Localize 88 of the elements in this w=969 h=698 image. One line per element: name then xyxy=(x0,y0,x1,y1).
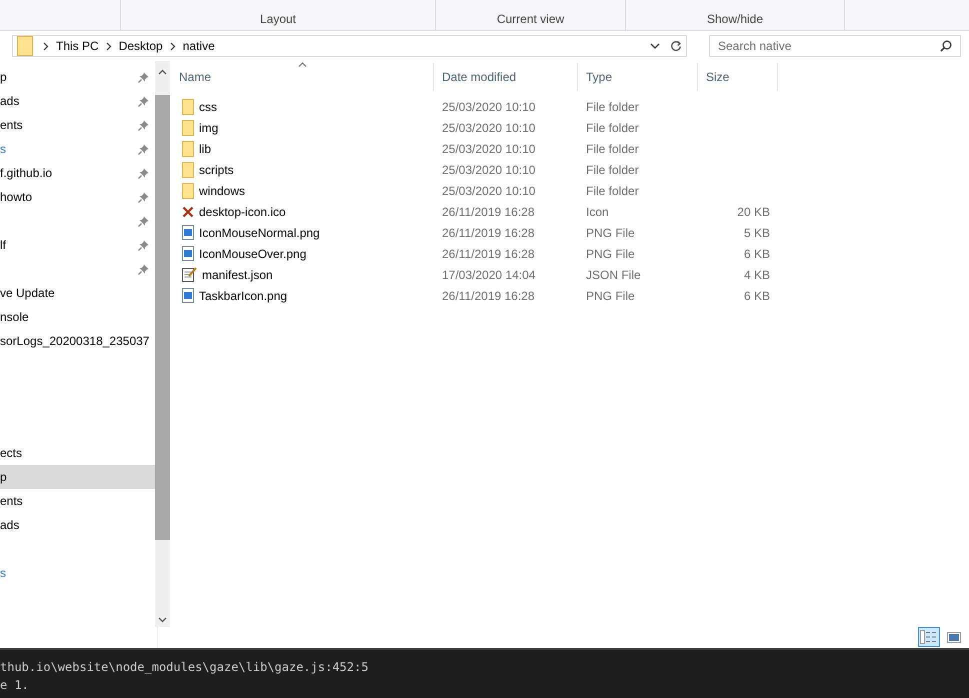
breadcrumb[interactable]: Desktop xyxy=(118,39,164,53)
date-cell-text: 25/03/2020 10:10 xyxy=(441,142,536,156)
nav-item[interactable]: sorLogs_20200318_235037 xyxy=(0,334,150,348)
nav-item[interactable]: p xyxy=(0,70,7,84)
file-name[interactable]: windows xyxy=(199,184,246,198)
image-file-icon xyxy=(182,225,194,240)
details-view-icon xyxy=(920,630,938,644)
scroll-down-icon[interactable] xyxy=(158,617,168,623)
date-cell-text: 26/11/2019 16:28 xyxy=(441,246,536,260)
file-name[interactable]: manifest.json xyxy=(202,268,273,282)
text-file-icon xyxy=(182,267,197,282)
nav-item[interactable]: f.github.io xyxy=(0,166,52,180)
nav-item[interactable]: ads xyxy=(0,518,20,532)
type-cell-text: PNG File xyxy=(585,226,636,240)
ribbon-group-label: Layout xyxy=(260,12,296,26)
column-header[interactable]: Name xyxy=(171,63,434,91)
folder-icon xyxy=(182,162,194,178)
type-cell-text: File folder xyxy=(585,162,640,176)
size-cell: 20 KB xyxy=(737,204,770,218)
folder-icon xyxy=(17,36,33,56)
terminal-line: e 1. xyxy=(0,678,30,694)
tools-icon xyxy=(182,206,194,218)
search-field[interactable]: Search native xyxy=(709,35,961,57)
terminal-line: thub.io\website\node_modules\gaze\lib\gaze.js:452:5 xyxy=(0,660,370,676)
folder-icon xyxy=(182,120,194,136)
image-file-icon xyxy=(182,246,194,261)
breadcrumb[interactable]: This PC xyxy=(55,39,100,53)
date-cell-text: 26/11/2019 16:28 xyxy=(441,226,536,240)
scroll-up-icon[interactable] xyxy=(158,69,168,75)
file-name[interactable]: css xyxy=(199,100,217,114)
nav-item[interactable]: ents xyxy=(0,494,23,508)
search-icon xyxy=(940,40,952,52)
date-cell-text: 25/03/2020 10:10 xyxy=(441,120,536,134)
column-header[interactable]: Type xyxy=(578,63,698,91)
file-name[interactable]: lib xyxy=(199,142,212,156)
file-name[interactable]: desktop-icon.ico xyxy=(199,204,286,218)
type-cell-text: PNG File xyxy=(585,288,636,302)
file-name[interactable]: TaskbarIcon.png xyxy=(199,288,288,302)
nav-item[interactable]: s xyxy=(0,142,6,156)
chevron-icon xyxy=(170,42,176,50)
size-cell: 6 KB xyxy=(744,246,770,260)
type-cell-text: File folder xyxy=(585,184,640,198)
type-cell-text: File folder xyxy=(585,142,640,156)
chevron-icon xyxy=(43,42,49,50)
file-name[interactable]: IconMouseOver.png xyxy=(199,246,306,260)
dropdown-icon[interactable] xyxy=(650,43,660,49)
refresh-icon[interactable] xyxy=(670,40,682,52)
type-cell-text: Icon xyxy=(585,204,610,218)
chevron-icon xyxy=(106,42,112,50)
date-cell-text: 25/03/2020 10:10 xyxy=(441,100,536,114)
breadcrumb[interactable]: native xyxy=(182,39,216,53)
file-name[interactable]: IconMouseNormal.png xyxy=(199,226,320,240)
picture-icon xyxy=(947,632,961,642)
nav-item[interactable]: lf xyxy=(0,238,6,252)
ribbon-group-label: Current view xyxy=(496,12,564,26)
type-cell-text: File folder xyxy=(585,100,640,114)
file-name[interactable]: img xyxy=(199,120,218,134)
ribbon-group-label: Show/hide xyxy=(706,12,764,26)
size-cell: 5 KB xyxy=(744,226,770,240)
scrollbar[interactable] xyxy=(155,61,170,627)
date-cell-text: 25/03/2020 10:10 xyxy=(441,184,536,198)
nav-item[interactable]: ve Update xyxy=(0,286,55,300)
type-cell-text: JSON File xyxy=(585,268,642,282)
nav-item[interactable]: s xyxy=(0,566,6,580)
nav-item[interactable]: p xyxy=(0,470,7,484)
nav-item[interactable]: ads xyxy=(0,94,20,108)
date-cell-text: 25/03/2020 10:10 xyxy=(441,162,536,176)
file-name[interactable]: scripts xyxy=(199,162,234,176)
type-cell-text: File folder xyxy=(585,120,640,134)
folder-icon xyxy=(182,182,194,198)
nav-item[interactable]: ects xyxy=(0,446,22,460)
size-cell: 6 KB xyxy=(744,288,770,302)
sort-icon xyxy=(298,62,307,67)
folder-icon xyxy=(182,98,194,114)
details-view-button[interactable] xyxy=(918,627,940,647)
date-cell-text: 26/11/2019 16:28 xyxy=(441,204,536,218)
address-bar[interactable]: This PC Desktop native xyxy=(12,35,687,57)
size-cell: 4 KB xyxy=(744,268,770,282)
nav-item[interactable]: howto xyxy=(0,190,32,204)
date-cell-text: 26/11/2019 16:28 xyxy=(441,288,536,302)
image-file-icon xyxy=(182,288,194,303)
nav-item[interactable]: nsole xyxy=(0,310,29,324)
date-cell-text: 17/03/2020 14:04 xyxy=(441,268,536,282)
column-header[interactable]: Size xyxy=(698,63,778,91)
nav-item[interactable]: ents xyxy=(0,118,23,132)
folder-icon xyxy=(182,140,194,156)
type-cell-text: PNG File xyxy=(585,246,636,260)
column-header[interactable]: Date modified xyxy=(434,63,578,91)
